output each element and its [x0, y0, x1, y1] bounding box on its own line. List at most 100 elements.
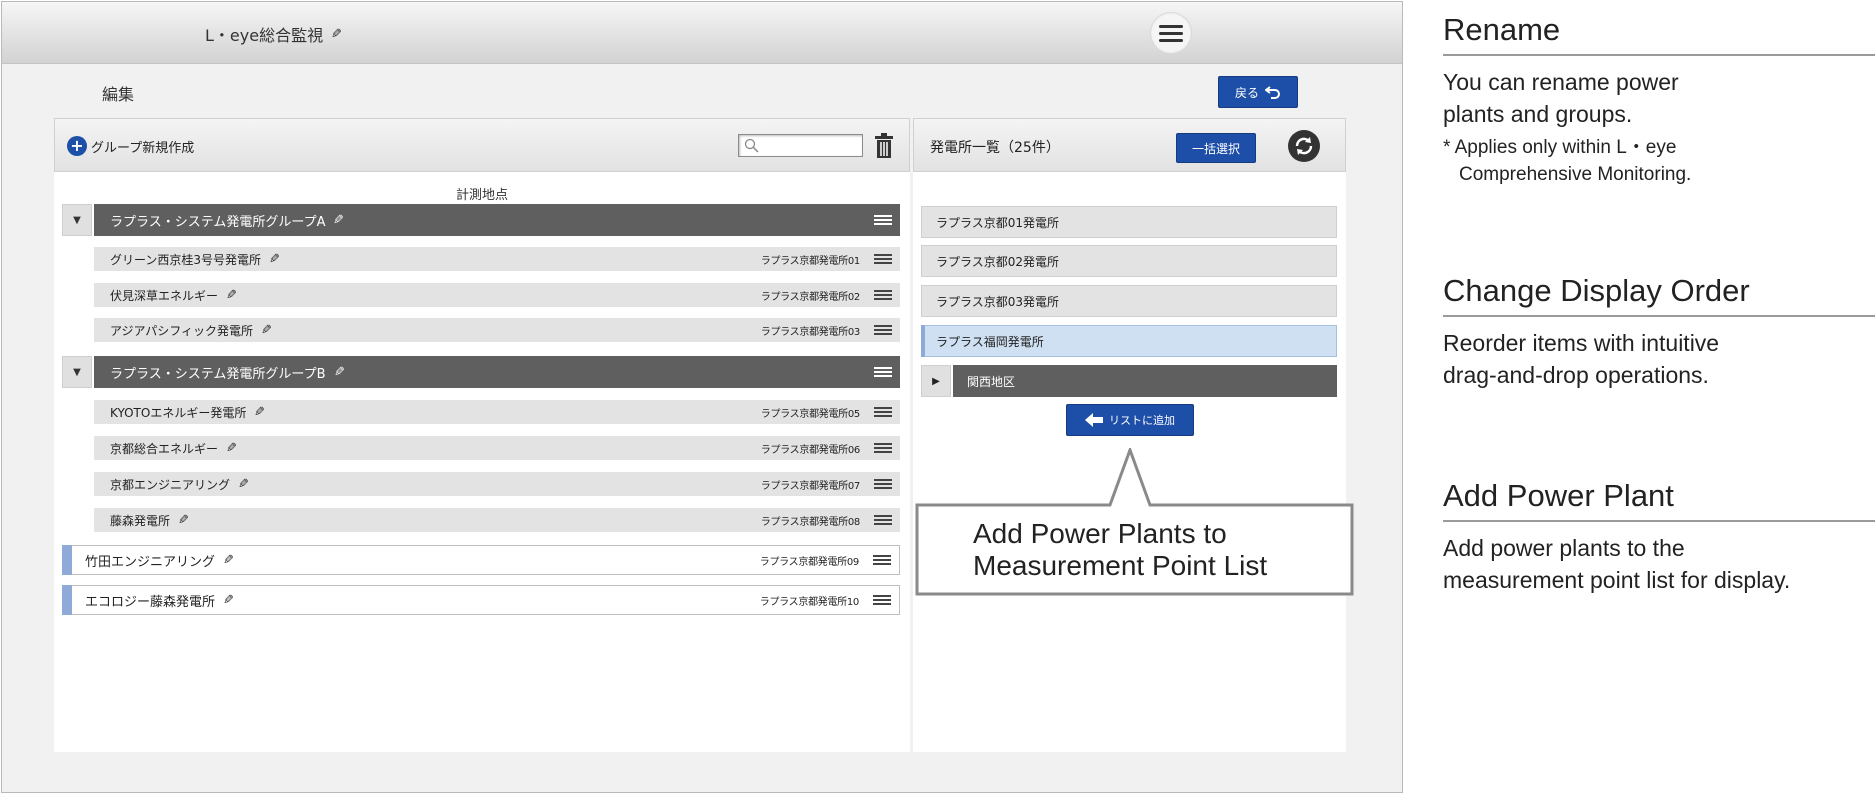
order-desc-1: Reorder items with intuitive — [1443, 330, 1720, 356]
drag-handle-icon[interactable] — [874, 513, 892, 527]
plant-name: 竹田エンジニアリング — [85, 554, 216, 570]
back-button[interactable]: 戻る — [1218, 76, 1298, 108]
add-plant-annotation: Add Power Plant Add power plants to the … — [1443, 478, 1875, 596]
group-row[interactable]: ▼ ラプラス・システム発電所グループA ✎ — [62, 204, 900, 236]
new-group-label: グループ新規作成 — [91, 140, 195, 156]
drag-handle-icon[interactable] — [874, 405, 892, 419]
measurement-point-panel: + グループ新規作成 計測地点 ▼ ラプラス・システム発電所グループA ✎ グリ… — [54, 118, 910, 752]
pencil-icon[interactable]: ✎ — [331, 27, 342, 42]
plant-list-title: 発電所一覧（25件） — [930, 140, 1060, 156]
plant-item[interactable]: KYOTOエネルギー発電所 ✎ ラプラス京都発電所05 — [94, 400, 900, 424]
plant-code: ラプラス京都発電所05 — [760, 408, 861, 420]
plant-code: ラプラス京都発電所03 — [760, 326, 861, 338]
plant-name: グリーン西京桂3号号発電所 — [110, 252, 262, 267]
pencil-icon[interactable]: ✎ — [261, 323, 272, 338]
pencil-icon[interactable]: ✎ — [226, 441, 237, 456]
plant-name: アジアパシフィック発電所 — [110, 323, 254, 338]
drag-handle-icon[interactable] — [874, 365, 892, 379]
standalone-plant-row[interactable]: 竹田エンジニアリング ✎ ラプラス京都発電所09 — [62, 545, 900, 575]
plant-item[interactable]: 京都エンジニアリング ✎ ラプラス京都発電所07 — [94, 472, 900, 496]
pencil-icon[interactable]: ✎ — [333, 213, 344, 228]
standalone-plant-row[interactable]: エコロジー藤森発電所 ✎ ラプラス京都発電所10 — [62, 585, 900, 615]
plant-code: ラプラス京都発電所06 — [760, 444, 861, 456]
plant-name: 伏見深草エネルギー — [110, 288, 219, 303]
pencil-icon[interactable]: ✎ — [226, 288, 237, 303]
drag-handle-icon[interactable] — [874, 477, 892, 491]
plant-name: ラプラス京都03発電所 — [936, 294, 1060, 309]
divider — [1443, 520, 1875, 522]
add-to-list-button[interactable]: リストに追加 — [1066, 404, 1194, 436]
add-button-label: リストに追加 — [1109, 414, 1175, 427]
row-accent — [62, 545, 72, 575]
app-title[interactable]: L・eye総合監視 ✎ — [205, 22, 342, 46]
hamburger-icon — [1159, 21, 1183, 46]
plant-list-item[interactable]: ラプラス京都02発電所 — [921, 245, 1337, 277]
plant-list-header: 発電所一覧（25件） 一括選択 — [913, 118, 1346, 172]
pencil-icon[interactable]: ✎ — [223, 553, 234, 568]
rename-desc-1: You can rename power — [1443, 69, 1679, 95]
rename-note-1: * Applies only within L・eye — [1443, 137, 1677, 158]
select-all-button[interactable]: 一括選択 — [1176, 133, 1256, 163]
plant-code: ラプラス京都発電所07 — [760, 480, 861, 492]
search-field[interactable] — [738, 134, 863, 157]
rename-note-2: Comprehensive Monitoring. — [1459, 164, 1692, 185]
region-header[interactable]: 関西地区 — [953, 365, 1337, 397]
plant-name: 京都エンジニアリング — [110, 477, 231, 492]
pencil-icon[interactable]: ✎ — [178, 513, 189, 528]
back-button-label: 戻る — [1234, 85, 1259, 100]
drag-handle-icon[interactable] — [873, 593, 891, 607]
column-label: 計測地点 — [455, 188, 508, 203]
callout-line-1: Add Power Plants to — [973, 518, 1227, 549]
group-name: ラプラス・システム発電所グループA — [110, 214, 326, 230]
panel-header: + グループ新規作成 — [54, 118, 910, 172]
plant-item[interactable]: アジアパシフィック発電所 ✎ ラプラス京都発電所03 — [94, 318, 900, 342]
rename-annotation: Rename You can rename power plants and g… — [1443, 12, 1875, 188]
trash-icon[interactable] — [874, 133, 894, 159]
group-header[interactable]: ラプラス・システム発電所グループB ✎ — [94, 356, 900, 388]
drag-handle-icon[interactable] — [873, 553, 891, 567]
region-row[interactable]: ▶ 関西地区 — [921, 365, 1337, 397]
plant-list-item-selected[interactable]: ラプラス福岡発電所 — [921, 325, 1337, 357]
plant-item[interactable]: 京都総合エネルギー ✎ ラプラス京都発電所06 — [94, 436, 900, 460]
menu-button[interactable] — [1150, 12, 1192, 54]
plant-name: ラプラス福岡発電所 — [936, 334, 1044, 349]
group-header[interactable]: ラプラス・システム発電所グループA ✎ — [94, 204, 900, 236]
pencil-icon[interactable]: ✎ — [223, 593, 234, 608]
plant-item[interactable]: 伏見深草エネルギー ✎ ラプラス京都発電所02 — [94, 283, 900, 307]
plant-name: ラプラス京都01発電所 — [936, 215, 1060, 230]
plant-item[interactable]: 藤森発電所 ✎ ラプラス京都発電所08 — [94, 508, 900, 532]
app-title-text: L・eye総合監視 — [205, 26, 324, 45]
refresh-icon[interactable] — [1288, 130, 1320, 162]
drag-handle-icon[interactable] — [874, 288, 892, 302]
drag-handle-icon[interactable] — [874, 441, 892, 455]
plant-list-item[interactable]: ラプラス京都01発電所 — [921, 206, 1337, 238]
search-icon — [744, 138, 759, 153]
plant-list-panel: 発電所一覧（25件） 一括選択 ラプラス京都01発電所 ラプラス京都02発電所 … — [913, 118, 1346, 752]
pencil-icon[interactable]: ✎ — [254, 405, 265, 420]
pencil-icon[interactable]: ✎ — [238, 477, 249, 492]
rename-title: Rename — [1443, 12, 1561, 47]
arrow-left-icon — [1085, 413, 1103, 427]
app-window: L・eye総合監視 ✎ 編集 戻る + グループ新規作成 計測地点 ▼ ラプラス… — [1, 1, 1403, 793]
triangle-down-icon: ▼ — [73, 366, 81, 378]
collapse-toggle[interactable]: ▼ — [62, 356, 92, 388]
order-title: Change Display Order — [1443, 273, 1750, 308]
pencil-icon[interactable]: ✎ — [269, 252, 280, 267]
plant-list-item[interactable]: ラプラス京都03発電所 — [921, 285, 1337, 317]
expand-toggle[interactable]: ▶ — [921, 365, 951, 397]
drag-handle-icon[interactable] — [874, 213, 892, 227]
pencil-icon[interactable]: ✎ — [334, 365, 345, 380]
new-group-button[interactable]: + グループ新規作成 — [67, 136, 194, 156]
group-row[interactable]: ▼ ラプラス・システム発電所グループB ✎ — [62, 356, 900, 388]
callout-line-2: Measurement Point List — [973, 550, 1268, 581]
drag-handle-icon[interactable] — [874, 323, 892, 337]
plant-code: ラプラス京都発電所02 — [760, 291, 861, 303]
plant-item[interactable]: グリーン西京桂3号号発電所 ✎ ラプラス京都発電所01 — [94, 247, 900, 271]
rename-desc-2: plants and groups. — [1443, 101, 1633, 127]
plant-code: ラプラス京都発電所09 — [759, 556, 860, 568]
collapse-toggle[interactable]: ▼ — [62, 204, 92, 236]
plant-code: ラプラス京都発電所10 — [759, 596, 860, 608]
drag-handle-icon[interactable] — [874, 252, 892, 266]
plant-code: ラプラス京都発電所01 — [760, 255, 861, 267]
order-desc-2: drag-and-drop operations. — [1443, 362, 1709, 388]
